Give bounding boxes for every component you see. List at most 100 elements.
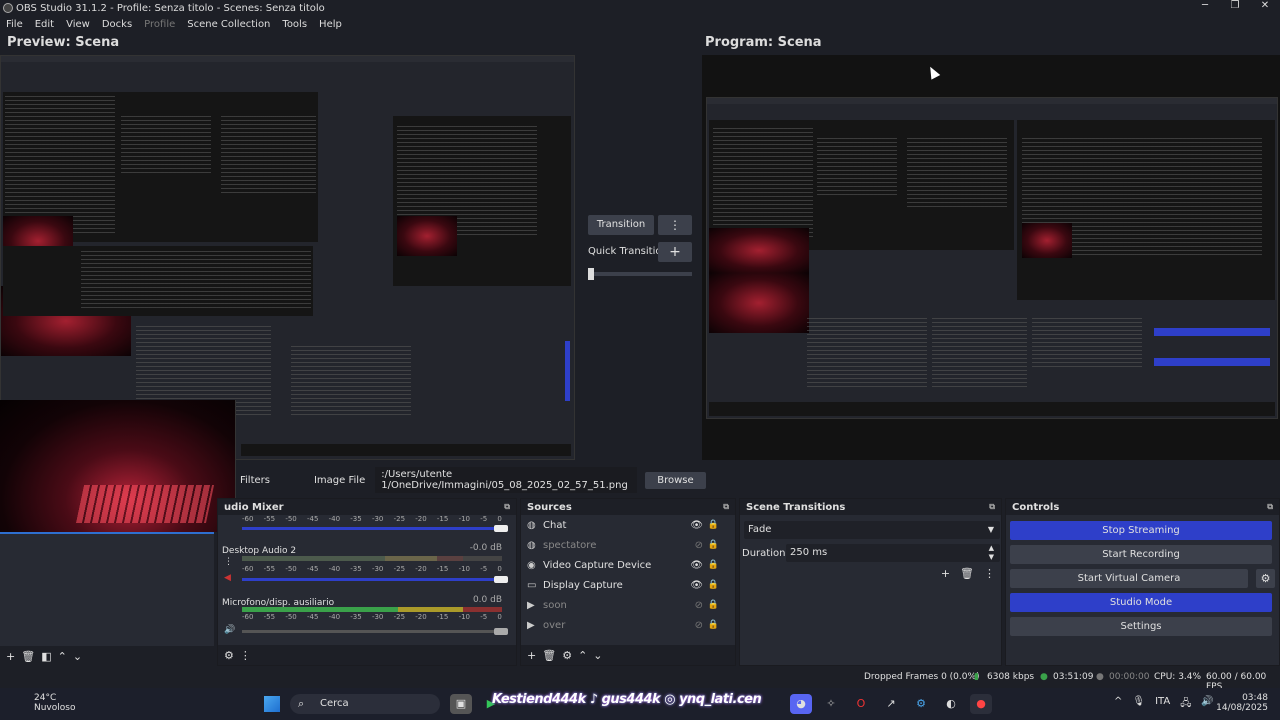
start-virtual-camera-button[interactable]: Start Virtual Camera — [1010, 569, 1248, 588]
lock-icon[interactable]: 🔒 — [708, 560, 719, 570]
lock-icon[interactable]: 🔒 — [708, 580, 719, 590]
volume-icon[interactable]: 🔊 — [1201, 696, 1213, 713]
menu-help[interactable]: Help — [313, 19, 348, 30]
mixer-menu-icon[interactable]: ⋮ — [240, 649, 251, 662]
stop-streaming-button[interactable]: Stop Streaming — [1010, 521, 1272, 540]
browse-button[interactable]: Browse — [645, 471, 706, 489]
remove-source-icon[interactable]: 🗑 — [542, 649, 556, 662]
transition-slider-handle[interactable] — [588, 268, 594, 280]
muted-speaker-icon[interactable]: ◀ — [224, 573, 231, 583]
source-item-chat[interactable]: ◍ Chat 👁 🔒 — [521, 515, 735, 535]
volume-slider-knob[interactable] — [494, 525, 508, 532]
source-properties-icon[interactable]: ⚙ — [562, 649, 572, 662]
opera-icon[interactable]: O — [850, 694, 872, 714]
scene-filters-icon[interactable]: ◧ — [41, 650, 51, 663]
steam-icon[interactable]: ◐ — [940, 694, 962, 714]
close-button[interactable]: ✕ — [1250, 0, 1280, 11]
move-down-icon[interactable]: ⌄ — [73, 650, 82, 663]
eye-hidden-icon[interactable]: ⊘ — [695, 620, 703, 631]
eye-icon[interactable]: 👁 — [690, 520, 703, 531]
minimize-button[interactable]: ─ — [1190, 0, 1220, 11]
channel-menu-icon[interactable]: ⋮ — [224, 557, 233, 567]
spin-icon[interactable]: ▲ ▼ — [989, 544, 994, 562]
undock-icon[interactable]: ⧉ — [723, 502, 729, 512]
program-label: Program: Scena — [705, 35, 822, 50]
mixer-toolbar: ⚙ ⋮ — [218, 645, 516, 665]
gear-icon[interactable]: ⚙ — [1256, 569, 1275, 588]
undock-icon[interactable]: ⧉ — [1267, 502, 1273, 512]
controls-dock: Controls ⧉ Stop Streaming Start Recording… — [1005, 498, 1280, 666]
settings-button[interactable]: Settings — [1010, 617, 1272, 636]
menu-file[interactable]: File — [0, 19, 29, 30]
undock-icon[interactable]: ⧉ — [504, 502, 510, 512]
transition-menu-button[interactable]: ⋮ — [658, 215, 692, 235]
transition-select[interactable]: Fade ▼ — [744, 521, 1000, 539]
start-recording-button[interactable]: Start Recording — [1010, 545, 1272, 564]
task-view-icon[interactable]: ▣ — [450, 694, 472, 714]
chrome-icon[interactable]: ● — [970, 694, 992, 714]
studio-mode-button[interactable]: Studio Mode — [1010, 593, 1272, 612]
weather-widget[interactable]: 24°C Nuvoloso — [10, 693, 75, 713]
mic-icon[interactable]: 🎙 — [1132, 696, 1145, 713]
eye-icon[interactable]: 👁 — [690, 580, 703, 591]
transition-slider[interactable] — [588, 268, 692, 280]
remove-transition-icon[interactable]: 🗑 — [960, 567, 974, 580]
stream-indicator-icon: ● — [1040, 672, 1048, 682]
move-up-icon[interactable]: ⌃ — [578, 649, 587, 662]
eye-icon[interactable]: 👁 — [690, 560, 703, 571]
remove-scene-icon[interactable]: 🗑 — [21, 650, 35, 663]
add-quick-transition-button[interactable]: + — [658, 242, 692, 262]
lock-icon[interactable]: 🔒 — [708, 600, 719, 610]
network-icon[interactable]: 🖧 — [1180, 696, 1191, 713]
duration-field[interactable]: 250 ms ▲ ▼ — [786, 544, 1000, 562]
tray-chevron-icon[interactable]: ^ — [1114, 696, 1122, 713]
discord-icon[interactable]: ◕ — [790, 694, 812, 714]
transition-button[interactable]: Transition — [588, 215, 654, 235]
image-path-field[interactable]: :/Users/utente 1/OneDrive/Immagini/05_08… — [375, 467, 638, 493]
dropped-frames: Dropped Frames 0 (0.0%) — [864, 672, 980, 682]
maximize-button[interactable]: ❐ — [1220, 0, 1250, 11]
source-item-over[interactable]: ▶ over ⊘ 🔒 — [521, 615, 735, 635]
move-up-icon[interactable]: ⌃ — [58, 650, 67, 663]
transition-menu-icon[interactable]: ⋮ — [984, 567, 995, 580]
volume-slider[interactable] — [242, 576, 508, 583]
undock-icon[interactable]: ⧉ — [989, 502, 995, 512]
app-icon[interactable]: ✧ — [820, 694, 842, 714]
globe-icon: ◍ — [527, 539, 536, 551]
add-source-icon[interactable]: + — [527, 649, 536, 662]
menu-view[interactable]: View — [60, 19, 96, 30]
eye-hidden-icon[interactable]: ⊘ — [695, 600, 703, 611]
sources-toolbar: + 🗑 ⚙ ⌃ ⌄ — [521, 645, 735, 665]
add-scene-icon[interactable]: + — [6, 650, 15, 663]
source-type-label: Image File — [313, 474, 366, 486]
language-indicator[interactable]: ITA — [1155, 696, 1170, 713]
speaker-icon[interactable]: 🔊 — [224, 625, 235, 635]
lock-icon[interactable]: 🔒 — [708, 620, 719, 630]
volume-slider[interactable] — [242, 628, 508, 635]
app-icon[interactable]: ↗ — [880, 694, 902, 714]
settings-app-icon[interactable]: ⚙ — [910, 694, 932, 714]
menu-edit[interactable]: Edit — [29, 19, 60, 30]
add-transition-icon[interactable]: + — [941, 567, 950, 580]
source-item-video-capture[interactable]: ◉ Video Capture Device 👁 🔒 — [521, 555, 735, 575]
volume-slider[interactable] — [242, 525, 508, 532]
duration-label: Duration — [742, 548, 786, 559]
source-item-spectatore[interactable]: ◍ spectatore ⊘ 🔒 — [521, 535, 735, 555]
source-item-soon[interactable]: ▶ soon ⊘ 🔒 — [521, 595, 735, 615]
obs-logo-icon — [3, 3, 13, 13]
mixer-settings-icon[interactable]: ⚙ — [224, 649, 234, 662]
windows-start-icon[interactable] — [264, 696, 280, 712]
sources-dock: Sources ⧉ ◍ Chat 👁 🔒 ◍ spectatore ⊘ 🔒 ◉ Video Ca… — [520, 498, 736, 666]
lock-icon[interactable]: 🔒 — [708, 540, 719, 550]
source-item-display-capture[interactable]: ▭ Display Capture 👁 🔒 — [521, 575, 735, 595]
move-down-icon[interactable]: ⌄ — [593, 649, 602, 662]
menu-docks[interactable]: Docks — [96, 19, 138, 30]
menu-scene-collection[interactable]: Scene Collection — [181, 19, 276, 30]
filters-button[interactable]: Filters — [236, 475, 274, 486]
clock[interactable]: 03:48 14/08/2025 — [1216, 693, 1268, 713]
lock-icon[interactable]: 🔒 — [708, 520, 719, 530]
menu-tools[interactable]: Tools — [276, 19, 313, 30]
eye-hidden-icon[interactable]: ⊘ — [695, 540, 703, 551]
taskbar-search[interactable]: ⌕ Cerca — [290, 694, 440, 714]
menu-profile[interactable]: Profile — [138, 19, 181, 30]
